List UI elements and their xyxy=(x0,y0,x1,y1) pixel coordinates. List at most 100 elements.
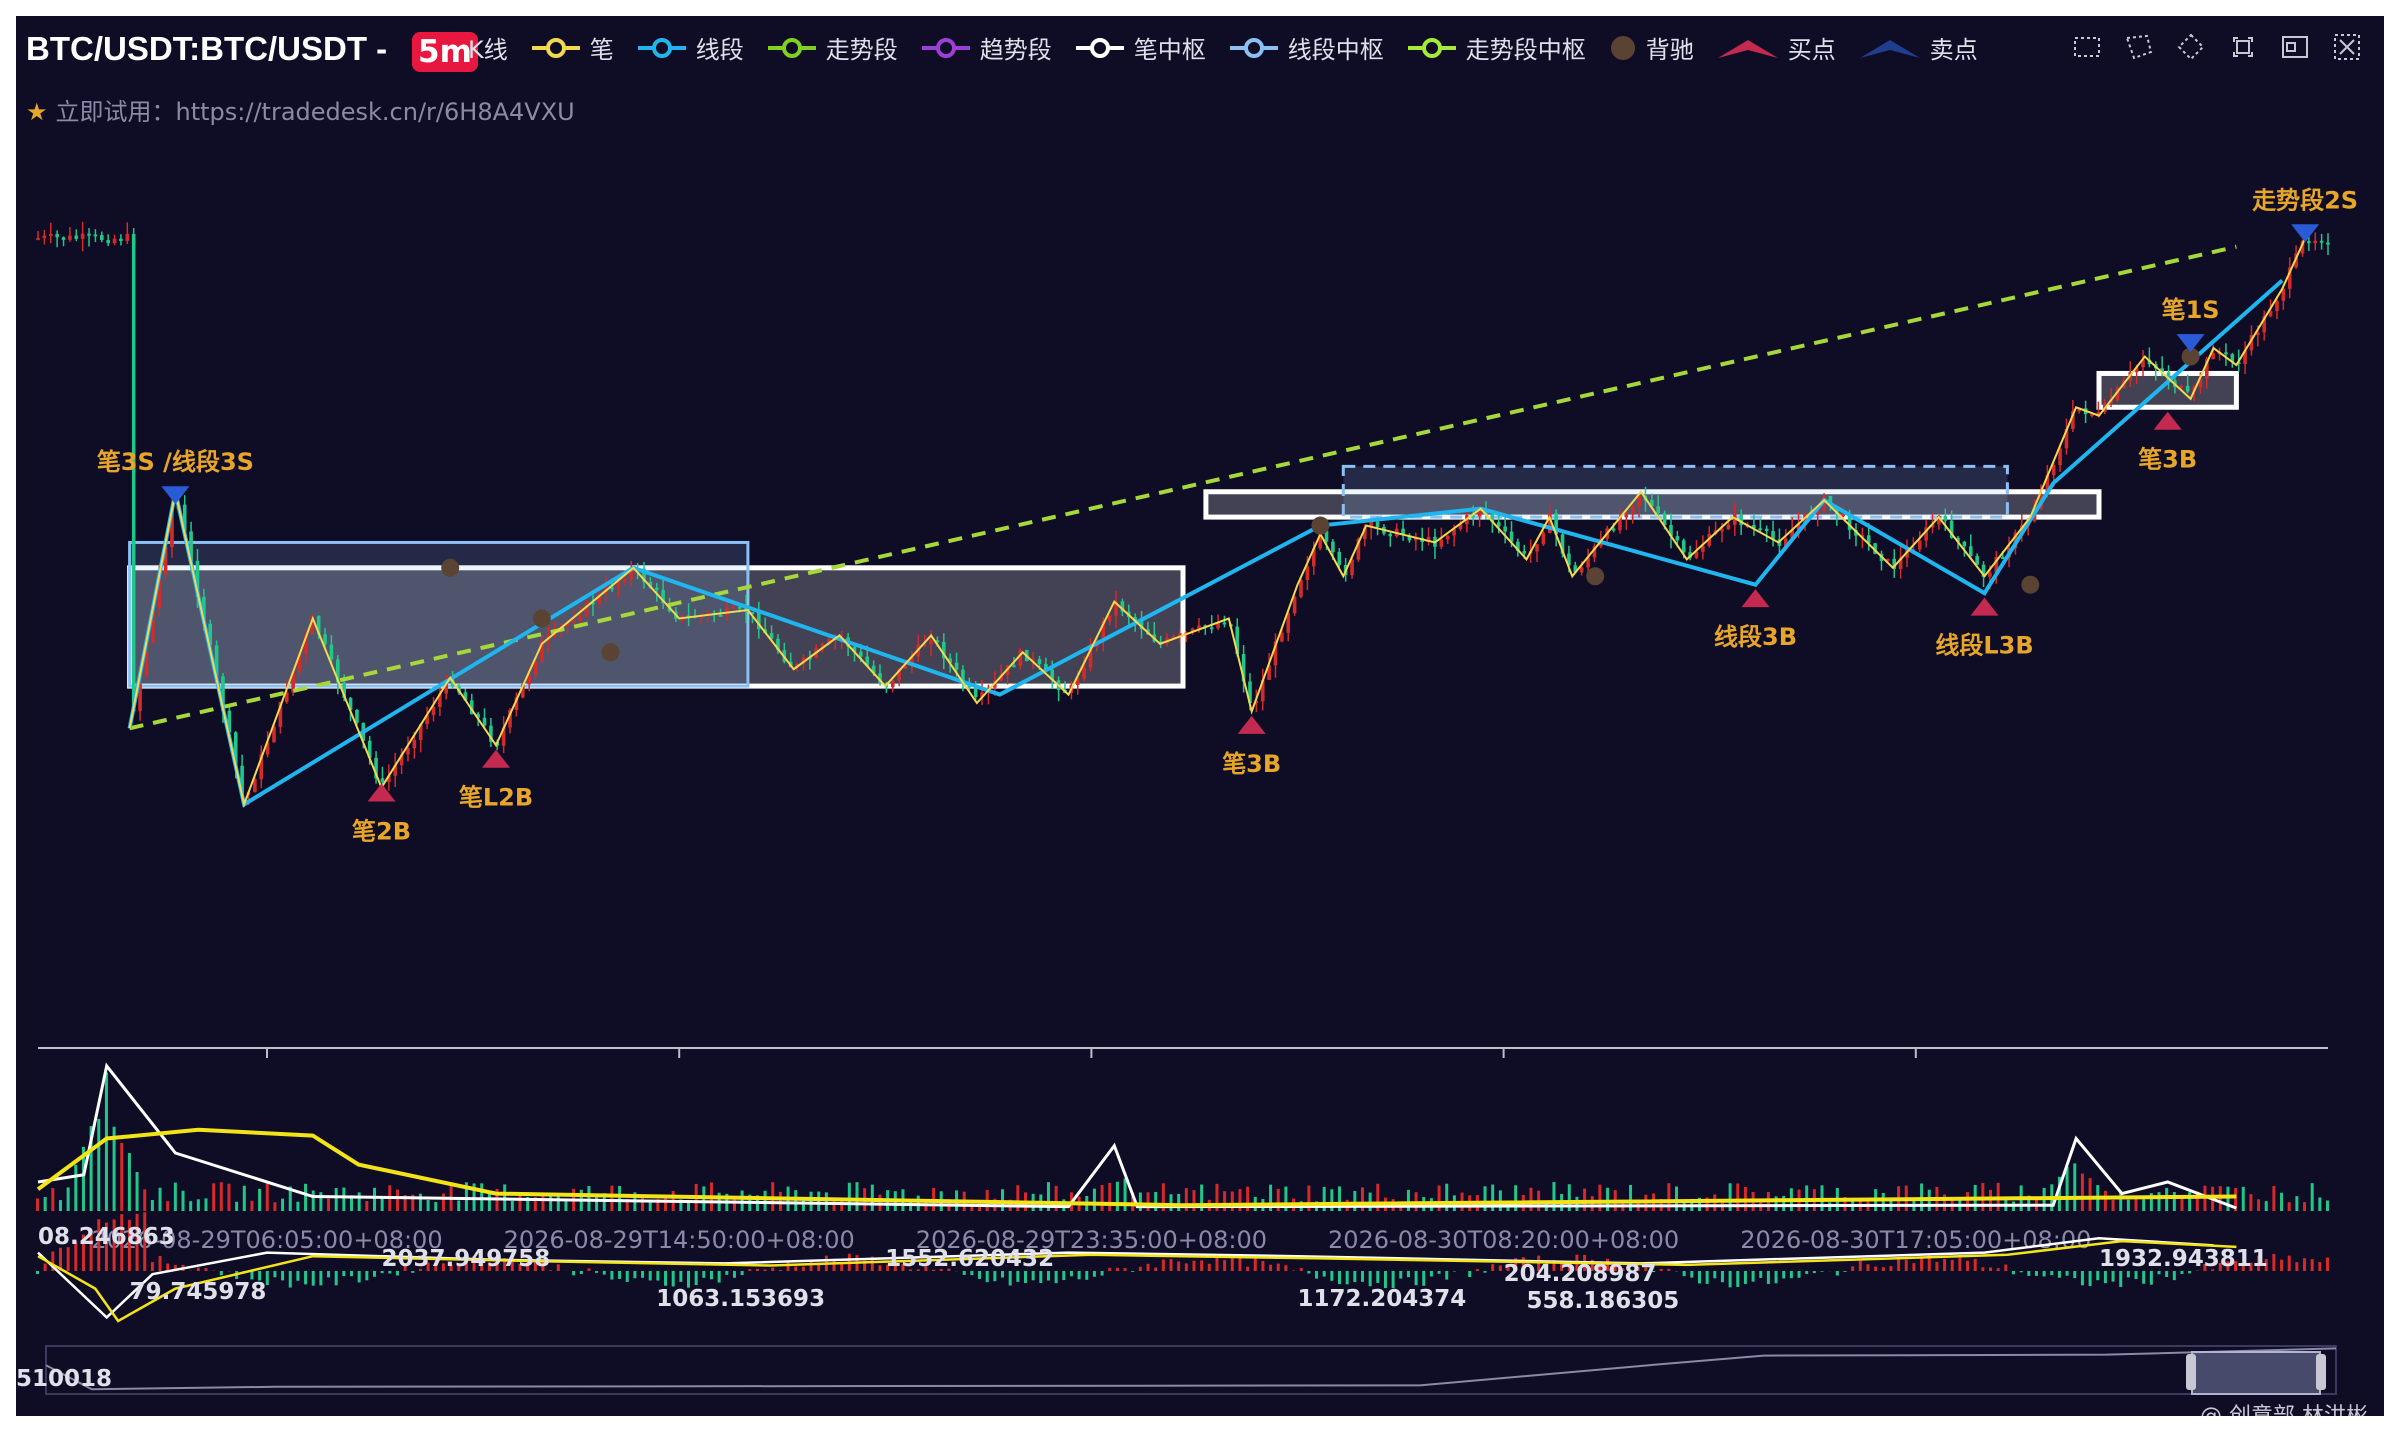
divergence-dot xyxy=(1311,516,1330,535)
legend-item[interactable]: 买点 xyxy=(1716,30,1836,65)
volume-bar xyxy=(2326,1200,2329,1211)
lasso-select-icon[interactable] xyxy=(2122,30,2156,64)
legend-item[interactable]: 背驰 xyxy=(1608,30,1694,65)
clear-icon[interactable] xyxy=(2330,30,2364,64)
macd-bar xyxy=(1161,1259,1165,1271)
macd-bar xyxy=(304,1271,308,1285)
legend-label: 卖点 xyxy=(1929,36,1978,64)
macd-bar xyxy=(2042,1271,2046,1277)
macd-bar xyxy=(2027,1271,2031,1276)
buy-point-label: 笔3B xyxy=(2138,446,2197,474)
macd-bar xyxy=(2088,1271,2092,1286)
volume-bar xyxy=(43,1197,47,1211)
sell-point-label: 笔3S /线段3S xyxy=(97,448,254,476)
volume-bar xyxy=(1881,1192,1885,1211)
macd-bar xyxy=(2065,1271,2069,1276)
macd-bar xyxy=(2080,1271,2084,1286)
macd-bar xyxy=(1054,1271,1058,1284)
candle-body xyxy=(1541,532,1546,545)
rect-zoom-icon[interactable] xyxy=(2070,30,2104,64)
volume-bar xyxy=(173,1182,177,1211)
macd-bar xyxy=(1360,1271,1364,1282)
macd-bar xyxy=(2004,1264,2008,1271)
legend-label: 走势段中枢 xyxy=(1465,36,1586,64)
macd-bar xyxy=(1108,1267,1112,1271)
candle-body xyxy=(1681,540,1686,553)
volume-bar xyxy=(817,1191,821,1211)
save-image-icon[interactable] xyxy=(2278,30,2312,64)
volume-bar xyxy=(1406,1189,1410,1211)
volume-bar xyxy=(51,1188,55,1211)
macd-bar xyxy=(296,1271,300,1281)
macd-bar xyxy=(273,1271,277,1278)
macd-bar xyxy=(1269,1264,1273,1271)
volume-bar xyxy=(2111,1200,2115,1211)
candle-body xyxy=(1299,579,1303,597)
macd-bar xyxy=(732,1271,736,1278)
volume-bar xyxy=(1674,1186,1678,1211)
legend-item[interactable]: 笔中枢 xyxy=(1074,30,1206,65)
macd-bar xyxy=(709,1271,713,1280)
divergence-dot xyxy=(532,609,551,628)
chart-canvas[interactable]: 笔3S /线段3S 笔2B 笔L2B 笔3B 线段3B 线段L3B 笔3B 笔1S 走势段2S 2… xyxy=(16,16,2384,1416)
navigator-selection[interactable] xyxy=(2191,1351,2321,1395)
navigator-value-label[interactable]: 510018 xyxy=(16,1366,112,1392)
candle-body xyxy=(329,644,334,660)
candle-body xyxy=(1082,667,1086,679)
star-icon: ★ xyxy=(26,98,48,126)
fullscreen-icon[interactable] xyxy=(2226,30,2260,64)
candle-body xyxy=(533,661,538,675)
legend-item[interactable]: 线段 xyxy=(636,30,744,65)
legend-item[interactable]: K线 xyxy=(468,30,508,65)
legend-item[interactable]: 趋势段 xyxy=(920,30,1052,65)
macd-bar xyxy=(1192,1260,1196,1271)
navigator-sparkline[interactable] xyxy=(45,1347,2337,1391)
macd-bar xyxy=(993,1271,997,1282)
macd-bar xyxy=(1751,1271,1755,1282)
volume-bar xyxy=(66,1187,70,1211)
macd-bar xyxy=(281,1271,285,1281)
legend-line-icon xyxy=(1075,37,1124,58)
volume-bar xyxy=(372,1187,376,1211)
volume-group xyxy=(36,1072,2329,1211)
volume-bar xyxy=(2280,1192,2284,1211)
volume-bar xyxy=(1138,1192,1142,1211)
volume-bar xyxy=(2310,1183,2314,1211)
navigator-handle-left[interactable] xyxy=(2186,1354,2196,1390)
volume-bar xyxy=(296,1201,300,1211)
macd-bar xyxy=(656,1271,660,1281)
volume-bar xyxy=(74,1164,78,1211)
legend-item[interactable]: 线段中枢 xyxy=(1228,30,1384,65)
restore-icon[interactable] xyxy=(2174,30,2208,64)
legend-label: 笔中枢 xyxy=(1133,36,1206,64)
legend-item[interactable]: 走势段中枢 xyxy=(1406,30,1586,65)
macd-bar xyxy=(771,1267,775,1271)
divergence-dot xyxy=(1586,567,1605,586)
candle-body xyxy=(2224,352,2228,355)
volume-bar xyxy=(855,1182,859,1211)
buy-point-marker xyxy=(1237,715,1266,734)
legend-line-icon xyxy=(637,37,686,58)
macd-bar xyxy=(641,1271,645,1278)
volume-bar xyxy=(395,1189,399,1211)
sell-point-label: 走势段2S xyxy=(2252,186,2358,214)
legend-line-icon xyxy=(921,37,970,58)
legend-item[interactable]: 走势段 xyxy=(766,30,898,65)
volume-bar xyxy=(1606,1187,1610,1211)
candle-body xyxy=(1675,536,1680,541)
macd-bar xyxy=(2272,1253,2276,1271)
navigator-handle-right[interactable] xyxy=(2316,1354,2326,1390)
macd-bar xyxy=(1307,1271,1311,1274)
macd-value-label: 204.208987 xyxy=(1504,1261,1657,1287)
macd-bar xyxy=(1276,1263,1280,1271)
macd-bar xyxy=(878,1265,882,1271)
legend-item[interactable]: 笔 xyxy=(530,30,614,65)
toolbox xyxy=(2070,30,2364,64)
volume-bar xyxy=(1782,1195,1786,1211)
volume-bar xyxy=(36,1198,39,1211)
candle-body xyxy=(2313,240,2318,244)
candle-body xyxy=(2307,241,2311,244)
trial-link[interactable]: ★ 立即试用：https://tradedesk.cn/r/6H8A4VXU xyxy=(26,92,575,127)
candle-body xyxy=(2275,300,2279,312)
legend-item[interactable]: 卖点 xyxy=(1858,30,1978,65)
